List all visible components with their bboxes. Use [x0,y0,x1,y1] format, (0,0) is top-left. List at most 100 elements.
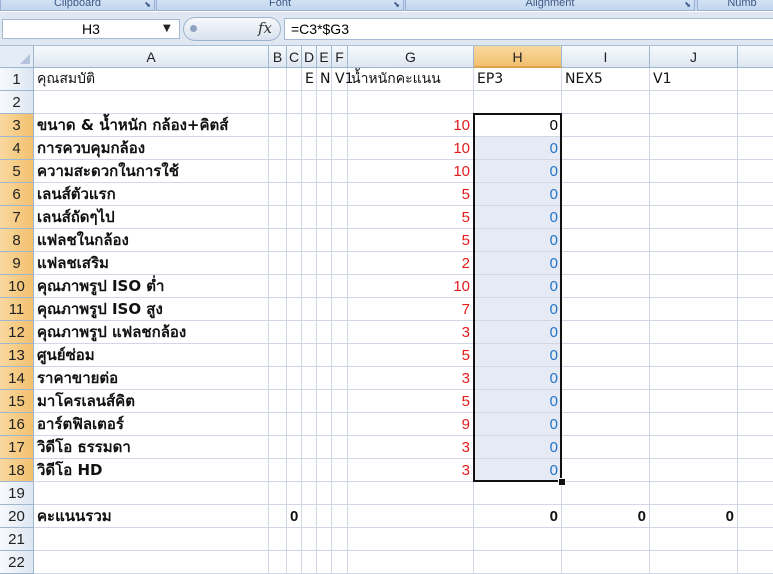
cell-empty[interactable] [269,344,287,367]
cell-empty[interactable] [650,298,738,321]
cell-empty[interactable] [317,91,332,114]
cell-empty[interactable] [562,298,650,321]
cell-empty[interactable] [562,183,650,206]
cell-empty[interactable] [317,459,332,482]
cell-d1[interactable]: E [302,68,317,91]
cell-a1[interactable]: คุณสมบัติ [34,68,269,91]
cell-empty[interactable] [302,137,317,160]
cell-empty[interactable] [269,413,287,436]
cell-label[interactable]: คุณภาพรูป ISO ต่ำ [34,275,269,298]
cell-empty[interactable] [650,252,738,275]
cell-weight[interactable]: 5 [348,344,474,367]
row-header-15[interactable]: 15 [0,390,34,413]
cell-empty[interactable] [317,321,332,344]
cell-score[interactable]: 0 [474,436,562,459]
row-header-20[interactable]: 20 [0,505,34,528]
cell-weight[interactable]: 3 [348,459,474,482]
cell-empty[interactable] [562,482,650,505]
cell-empty[interactable] [287,160,302,183]
cell-empty[interactable] [562,229,650,252]
cell-score[interactable]: 0 [474,183,562,206]
cell-empty[interactable] [332,183,348,206]
cell-empty[interactable] [269,367,287,390]
cell-e1[interactable]: NI [317,68,332,91]
row-header-8[interactable]: 8 [0,229,34,252]
cell-empty[interactable] [302,206,317,229]
cell-empty[interactable] [738,206,773,229]
cell-empty[interactable] [269,183,287,206]
cell-empty[interactable] [332,482,348,505]
cell-empty[interactable] [650,344,738,367]
cell-empty[interactable] [738,252,773,275]
cell-empty[interactable] [317,505,332,528]
column-header-e[interactable]: E [317,46,332,68]
cell-empty[interactable] [332,298,348,321]
cell-empty[interactable] [332,137,348,160]
cell-empty[interactable] [287,298,302,321]
cell-empty[interactable] [650,482,738,505]
cell-empty[interactable] [317,183,332,206]
cell-empty[interactable] [738,436,773,459]
cell-empty[interactable] [562,160,650,183]
cell-empty[interactable] [738,229,773,252]
cell-score[interactable]: 0 [474,344,562,367]
cell-empty[interactable] [269,68,287,91]
fill-handle[interactable] [558,478,566,486]
row-header-5[interactable]: 5 [0,160,34,183]
cell-empty[interactable] [562,436,650,459]
cell-empty[interactable] [302,160,317,183]
cell-empty[interactable] [302,183,317,206]
cell-total-j[interactable]: 0 [650,505,738,528]
cell-weight[interactable]: 3 [348,321,474,344]
formula-input[interactable]: =C3*$G3 [284,18,773,40]
cell-empty[interactable] [317,229,332,252]
row-header-11[interactable]: 11 [0,298,34,321]
row-header-4[interactable]: 4 [0,137,34,160]
cell-empty[interactable] [332,275,348,298]
cell-empty[interactable] [317,390,332,413]
cell-empty[interactable] [738,275,773,298]
cell-empty[interactable] [738,68,773,91]
cell-empty[interactable] [738,137,773,160]
cell-score[interactable]: 0 [474,459,562,482]
cell-total-c[interactable]: 0 [287,505,302,528]
row-header-21[interactable]: 21 [0,528,34,551]
cell-h1[interactable]: EP3 [474,68,562,91]
cell-empty[interactable] [738,114,773,137]
dialog-launcher-icon[interactable]: ⬊ [393,0,400,11]
cell-empty[interactable] [650,137,738,160]
cell-empty[interactable] [738,413,773,436]
cell-weight[interactable]: 10 [348,160,474,183]
cell-weight[interactable]: 10 [348,275,474,298]
row-header-12[interactable]: 12 [0,321,34,344]
cell-empty[interactable] [562,413,650,436]
cell-empty[interactable] [738,321,773,344]
cell-empty[interactable] [738,160,773,183]
cell-empty[interactable] [332,91,348,114]
cell-weight[interactable]: 3 [348,436,474,459]
cell-label[interactable]: วิดีโอ HD [34,459,269,482]
cell-empty[interactable] [317,160,332,183]
cell-label[interactable]: เลนส์ตัวแรก [34,183,269,206]
cell-empty[interactable] [562,459,650,482]
cell-empty[interactable] [317,367,332,390]
cell-empty[interactable] [332,160,348,183]
column-header-d[interactable]: D [302,46,317,68]
cell-label[interactable]: อาร์ตฟิลเตอร์ [34,413,269,436]
cell-empty[interactable] [650,413,738,436]
cell-empty[interactable] [269,459,287,482]
cell-label[interactable]: การควบคุมกล้อง [34,137,269,160]
cell-empty[interactable] [287,436,302,459]
column-header-c[interactable]: C [287,46,302,68]
cell-label[interactable]: คุณภาพรูป ISO สูง [34,298,269,321]
cell-empty[interactable] [650,206,738,229]
dialog-launcher-icon[interactable]: ⬊ [144,0,151,11]
dialog-launcher-icon[interactable]: ⬊ [684,0,691,11]
column-header-h[interactable]: H [474,46,562,68]
cell-label[interactable]: คุณภาพรูป แฟลชกล้อง [34,321,269,344]
cell-empty[interactable] [332,436,348,459]
cell-weight[interactable]: 9 [348,413,474,436]
cell-empty[interactable] [302,275,317,298]
cell-empty[interactable] [562,91,650,114]
cell-empty[interactable] [738,298,773,321]
